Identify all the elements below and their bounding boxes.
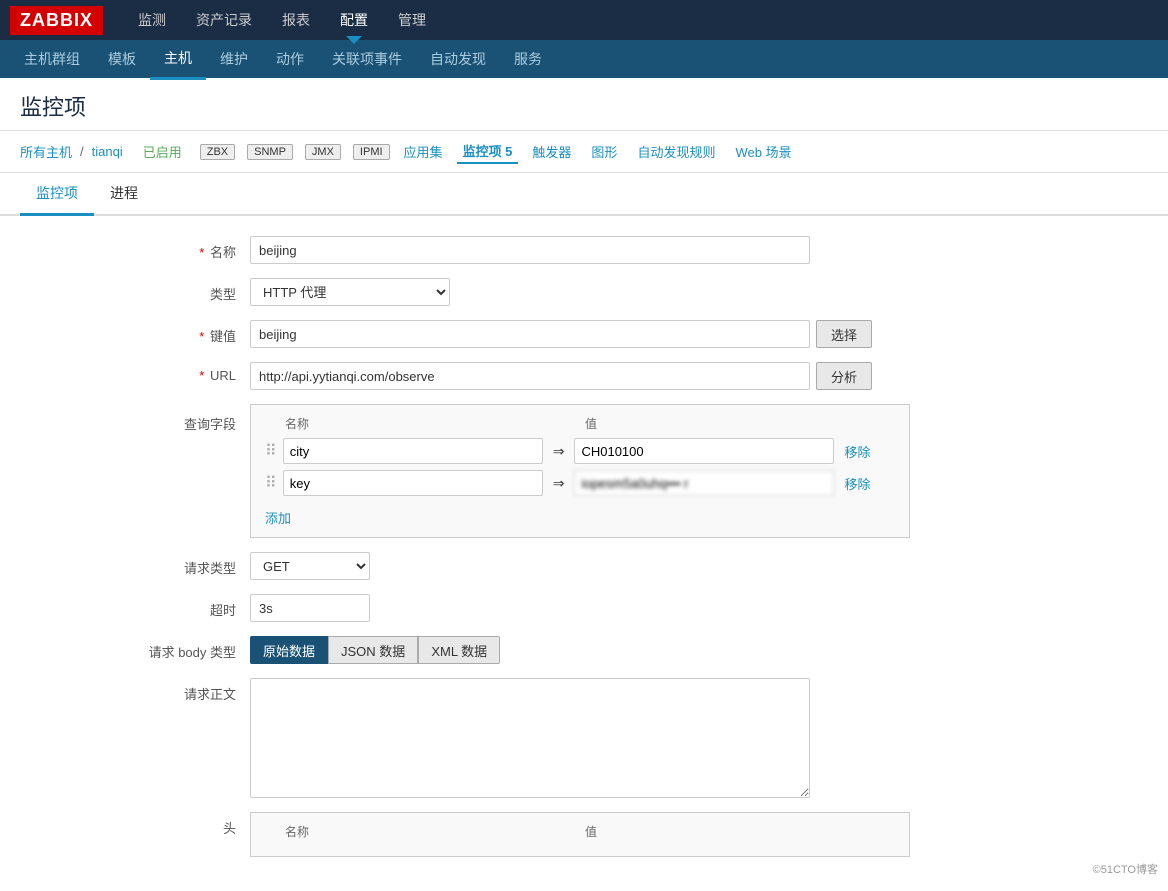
request-type-label: 请求类型 [30,552,250,577]
tab-process[interactable]: 进程 [94,173,154,216]
link-triggers[interactable]: 触发器 [526,140,577,163]
page-title: 监控项 [20,90,1148,130]
name-input[interactable] [250,236,810,264]
body-type-label: 请求 body 类型 [30,636,250,661]
form-row-body: 请求正文 [30,678,1138,798]
query-col-name: 名称 [265,415,555,432]
breadcrumb-host[interactable]: tianqi [92,144,123,159]
head-col-val: 值 [555,823,895,840]
url-input[interactable] [250,362,810,390]
query-val-1[interactable] [574,438,834,464]
badge-jmx[interactable]: JMX [305,144,341,160]
form-row-type: 类型 HTTP 代理 Zabbix 客户端 SNMP [30,278,1138,306]
drag-handle-2[interactable]: ⠿ [265,473,277,493]
nav-assets[interactable]: 资产记录 [181,0,267,40]
tab-items[interactable]: 监控项 [20,173,94,216]
arrow-1: ⇒ [553,443,565,460]
form-row-request-type: 请求类型 GET POST PUT DELETE [30,552,1138,580]
link-graphs[interactable]: 图形 [585,140,623,163]
body-label: 请求正文 [30,678,250,703]
nav-config[interactable]: 配置 [325,0,383,40]
key-input[interactable] [250,320,810,348]
timeout-label: 超时 [30,594,250,619]
nav-templates[interactable]: 模板 [94,40,150,78]
form-row-timeout: 超时 [30,594,1138,622]
head-label: 头 [30,812,250,837]
timeout-input[interactable] [250,594,370,622]
form-row-name: * 名称 [30,236,1138,264]
link-items[interactable]: 监控项 5 [457,139,519,164]
form-row-head: 头 名称 值 [30,812,1138,857]
link-discovery-rules[interactable]: 自动发现规则 [631,140,721,163]
form-area: * 名称 类型 HTTP 代理 Zabbix 客户端 SNMP * 键值 选择 … [0,216,1168,891]
head-table: 名称 值 [250,812,910,857]
nav-admin[interactable]: 管理 [383,0,441,40]
link-appset[interactable]: 应用集 [398,140,449,163]
body-btn-raw[interactable]: 原始数据 [250,636,328,664]
key-label: * 键值 [30,320,250,345]
nav-hosts[interactable]: 主机 [150,39,206,80]
nav-reports[interactable]: 报表 [267,0,325,40]
form-row-key: * 键值 选择 [30,320,1138,348]
breadcrumb-all-hosts[interactable]: 所有主机 [20,142,72,161]
badge-ipmi[interactable]: IPMI [353,144,390,160]
type-label: 类型 [30,278,250,303]
name-label: * 名称 [30,236,250,261]
head-col-name: 名称 [265,823,555,840]
remove-2[interactable]: 移除 [844,474,870,493]
body-textarea[interactable] [250,678,810,798]
query-table: 名称 值 ⠿ ⇒ 移除 ⠿ ⇒ 移除 添加 [250,404,910,538]
logo: ZABBIX [10,6,103,35]
watermark: ©51CTO博客 [1093,861,1158,877]
badge-zbx[interactable]: ZBX [200,144,235,160]
nav-hostgroups[interactable]: 主机群组 [10,40,94,78]
body-btn-json[interactable]: JSON 数据 [328,636,418,664]
drag-handle-1[interactable]: ⠿ [265,441,277,461]
query-label: 查询字段 [30,404,250,433]
type-select[interactable]: HTTP 代理 Zabbix 客户端 SNMP [250,278,450,306]
badge-snmp[interactable]: SNMP [247,144,293,160]
query-header: 名称 值 [265,415,895,432]
query-name-1[interactable] [283,438,543,464]
url-label: * URL [30,362,250,383]
add-query-link[interactable]: 添加 [265,502,895,527]
key-select-button[interactable]: 选择 [816,320,872,348]
query-row-2: ⠿ ⇒ 移除 [265,470,895,496]
body-btn-xml[interactable]: XML 数据 [418,636,500,664]
query-row-1: ⠿ ⇒ 移除 [265,438,895,464]
url-analyze-button[interactable]: 分析 [816,362,872,390]
query-col-val: 值 [555,415,895,432]
nav-monitor[interactable]: 监测 [123,0,181,40]
nav-discovery[interactable]: 自动发现 [416,40,500,78]
link-web-scenarios[interactable]: Web 场景 [729,140,797,163]
content-tabs: 监控项 进程 [0,173,1168,216]
request-type-select[interactable]: GET POST PUT DELETE [250,552,370,580]
arrow-2: ⇒ [553,475,565,492]
nav-correlations[interactable]: 关联项事件 [318,40,416,78]
nav-services[interactable]: 服务 [500,40,556,78]
top-nav: ZABBIX 监测 资产记录 报表 配置 管理 [0,0,1168,40]
remove-1[interactable]: 移除 [844,442,870,461]
nav-actions[interactable]: 动作 [262,40,318,78]
form-row-body-type: 请求 body 类型 原始数据 JSON 数据 XML 数据 [30,636,1138,664]
page-header: 监控项 [0,78,1168,131]
breadcrumb-enabled[interactable]: 已启用 [137,140,188,163]
form-row-query: 查询字段 名称 值 ⠿ ⇒ 移除 ⠿ ⇒ 移除 [30,404,1138,538]
breadcrumb-bar: 所有主机 / tianqi 已启用 ZBX SNMP JMX IPMI 应用集 … [0,131,1168,173]
second-nav: 主机群组 模板 主机 维护 动作 关联项事件 自动发现 服务 [0,40,1168,78]
query-val-2[interactable] [574,470,834,496]
body-type-group: 原始数据 JSON 数据 XML 数据 [250,636,500,664]
query-name-2[interactable] [283,470,543,496]
head-header: 名称 值 [265,823,895,840]
nav-maintenance[interactable]: 维护 [206,40,262,78]
form-row-url: * URL 分析 [30,362,1138,390]
breadcrumb-sep: / [80,144,84,159]
